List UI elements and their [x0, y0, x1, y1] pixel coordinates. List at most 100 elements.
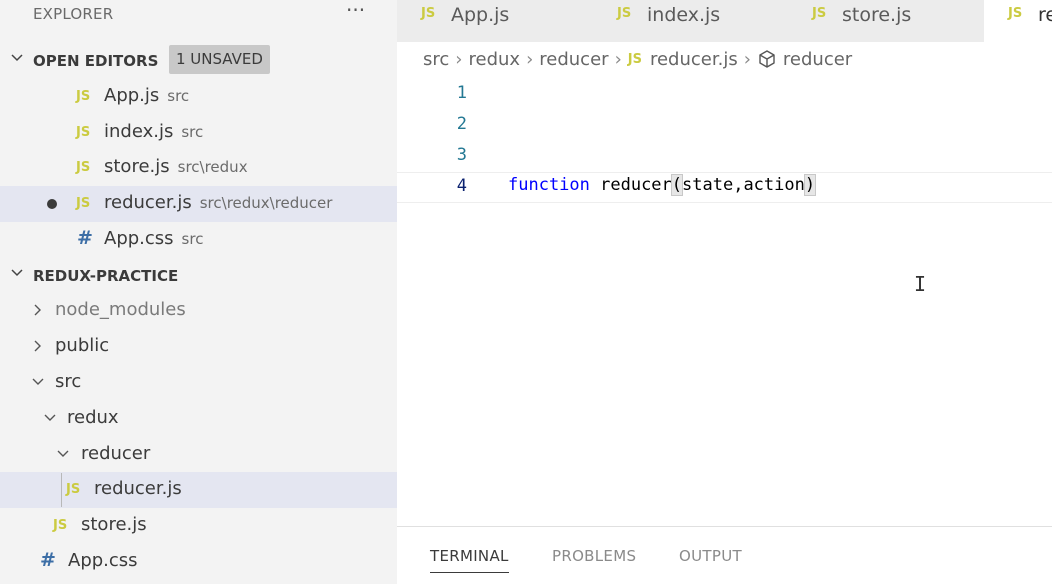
text-cursor-icon: I: [914, 272, 927, 296]
unsaved-dot-icon[interactable]: [47, 199, 57, 209]
line-number: 4: [456, 176, 467, 196]
file-name: App.js: [104, 85, 160, 106]
breadcrumb-item[interactable]: src: [423, 49, 449, 70]
tab-output[interactable]: OUTPUT: [679, 547, 742, 565]
breadcrumb: src › redux › reducer › JS reducer.js › reducer: [423, 48, 852, 72]
file-name: reducer.js: [104, 192, 192, 213]
file-path: src: [181, 123, 204, 141]
open-editor-item-active[interactable]: JS reducer.js src\redux\reducer: [0, 186, 397, 222]
tab-reducer-js[interactable]: JS re: [984, 0, 1052, 42]
editor-area: JS App.js JS index.js JS store.js JS re …: [397, 0, 1052, 585]
file-name: index.js: [104, 121, 174, 142]
tree-folder-redux[interactable]: redux: [0, 401, 397, 437]
css-file-icon: #: [40, 549, 56, 571]
file-path: src\redux: [177, 158, 248, 176]
chevron-down-icon: [57, 450, 69, 457]
file-path: src: [181, 230, 204, 248]
breadcrumb-item[interactable]: reducer.js: [650, 49, 738, 70]
open-editor-item[interactable]: JS store.js src\redux: [0, 150, 397, 186]
chevron-right-icon: ›: [526, 48, 534, 70]
js-file-icon: JS: [66, 482, 81, 497]
chevron-down-icon: [44, 414, 56, 421]
tab-index-js[interactable]: JS index.js: [593, 0, 788, 42]
explorer-title: EXPLORER: [33, 5, 114, 23]
identifier-token: reducer: [589, 175, 672, 195]
file-label: App.css: [68, 550, 138, 571]
chevron-right-icon: [34, 304, 41, 316]
open-editors-title: OPEN EDITORS: [33, 52, 159, 70]
file-path: src\redux\reducer: [199, 194, 333, 212]
tab-terminal[interactable]: TERMINAL: [430, 547, 509, 573]
file-label: store.js: [81, 514, 147, 535]
js-file-icon: JS: [76, 125, 91, 140]
file-label: reducer.js: [94, 478, 182, 499]
js-file-icon: JS: [76, 89, 91, 104]
params-token: state,action: [682, 175, 805, 195]
bottom-panel: TERMINAL PROBLEMS OUTPUT: [397, 526, 1052, 585]
folder-label: reducer: [81, 443, 151, 464]
line-number: 1: [456, 83, 467, 103]
symbol-cube-icon: [759, 50, 775, 68]
line-number: 3: [456, 145, 467, 165]
folder-label: src: [55, 371, 82, 392]
folder-label: node_modules: [55, 299, 186, 320]
code-line[interactable]: 2: [397, 111, 1052, 142]
tree-folder-node-modules[interactable]: node_modules: [0, 293, 397, 329]
tree-file-reducer-js[interactable]: JS reducer.js: [0, 472, 397, 508]
tab-store-js[interactable]: JS store.js: [788, 0, 984, 42]
chevron-right-icon: ›: [614, 48, 622, 70]
open-editor-item[interactable]: JS index.js src: [0, 115, 397, 151]
css-file-icon: #: [77, 227, 93, 249]
explorer-sidebar: EXPLORER ··· OPEN EDITORS 1 UNSAVED JS A…: [0, 0, 397, 584]
breadcrumb-item[interactable]: reducer: [539, 49, 608, 70]
tree-folder-reducer[interactable]: reducer: [0, 437, 397, 473]
open-editor-item[interactable]: JS App.js src: [0, 79, 397, 115]
tab-label: App.js: [451, 4, 510, 26]
folder-label: redux: [67, 407, 119, 428]
tab-problems[interactable]: PROBLEMS: [552, 547, 636, 565]
file-name: store.js: [104, 156, 170, 177]
more-actions-icon[interactable]: ···: [346, 0, 365, 22]
chevron-right-icon: ›: [743, 48, 751, 70]
file-path: src: [167, 87, 190, 105]
code-line-current[interactable]: 4 function reducer(state,action): [397, 172, 1052, 203]
js-file-icon: JS: [617, 6, 632, 21]
tab-label: re: [1038, 4, 1052, 26]
bracket-match: ): [803, 174, 817, 196]
js-file-icon: JS: [76, 160, 91, 175]
breadcrumb-item[interactable]: reducer: [783, 49, 852, 70]
js-file-icon: JS: [421, 6, 436, 21]
project-header[interactable]: REDUX-PRACTICE: [0, 258, 397, 292]
file-name: App.css: [104, 228, 174, 249]
open-editor-item[interactable]: # App.css src: [0, 222, 397, 258]
chevron-right-icon: [34, 340, 41, 352]
code-line[interactable]: 1: [397, 80, 1052, 111]
keyword-token: function: [508, 175, 590, 195]
folder-label: public: [55, 335, 110, 356]
js-file-icon: JS: [812, 6, 827, 21]
js-file-icon: JS: [627, 51, 642, 67]
js-file-icon: JS: [76, 196, 91, 211]
tab-label: index.js: [647, 4, 721, 26]
line-number: 2: [456, 114, 467, 134]
chevron-down-icon: [11, 54, 23, 62]
breadcrumb-item[interactable]: redux: [468, 49, 520, 70]
explorer-header: EXPLORER ···: [0, 0, 397, 30]
chevron-down-icon: [32, 378, 44, 385]
editor-tabs: JS App.js JS index.js JS store.js JS re: [397, 0, 1052, 42]
tab-label: store.js: [842, 4, 912, 26]
chevron-right-icon: ›: [455, 48, 463, 70]
tree-folder-src[interactable]: src: [0, 365, 397, 401]
tab-app-js[interactable]: JS App.js: [397, 0, 593, 42]
line-code[interactable]: function reducer(state,action): [508, 174, 817, 196]
tree-file-store-js[interactable]: JS store.js: [0, 508, 397, 544]
code-line[interactable]: 3: [397, 142, 1052, 173]
chevron-down-icon: [11, 269, 23, 277]
js-file-icon: JS: [1008, 6, 1023, 21]
tree-file-app-css[interactable]: # App.css: [0, 544, 397, 580]
tree-folder-public[interactable]: public: [0, 329, 397, 365]
indent-guide: [61, 473, 62, 507]
project-title: REDUX-PRACTICE: [33, 267, 179, 285]
js-file-icon: JS: [53, 518, 68, 533]
bracket-match: (: [670, 174, 684, 196]
